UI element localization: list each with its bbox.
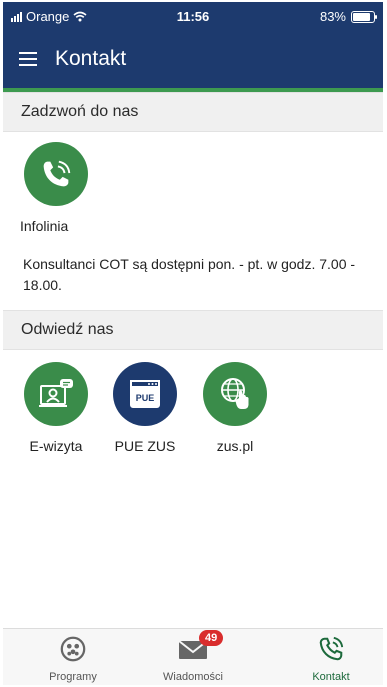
app-frame: Orange 11:56 83% Kontakt Zadzwoń do nas	[3, 2, 383, 685]
status-bar: Orange 11:56 83%	[3, 2, 383, 30]
phone-contact-icon	[319, 636, 344, 661]
tile-zus-pl-label: zus.pl	[216, 438, 254, 454]
section-call-header: Zadzwoń do nas	[3, 92, 383, 132]
battery-area: 83%	[319, 9, 377, 24]
tile-infolinia-label: Infolinia	[20, 218, 69, 234]
hotline-hours-text: Konsultanci COT są dostępni pon. - pt. w…	[23, 256, 356, 293]
pue-icon-text: PUE	[136, 393, 155, 403]
tile-e-wizyta-label: E-wizyta	[29, 438, 83, 454]
nav-wiadomosci[interactable]: 49 Wiadomości	[143, 630, 243, 683]
nav-kontakt-label: Kontakt	[312, 671, 350, 683]
pue-icon: PUE	[113, 362, 177, 426]
section-visit-title: Odwiedź nas	[21, 321, 114, 338]
tile-infolinia[interactable]: Infolinia	[16, 142, 96, 234]
section-visit-header: Odwiedź nas	[3, 310, 383, 350]
tile-zus-pl[interactable]: zus.pl	[195, 362, 275, 454]
tile-pue-zus-label: PUE ZUS	[114, 438, 176, 454]
app-header: Kontakt	[3, 30, 383, 88]
menu-icon[interactable]	[19, 52, 37, 66]
section-call-title: Zadzwoń do nas	[21, 103, 139, 120]
programs-icon	[60, 636, 86, 662]
globe-hand-icon	[203, 362, 267, 426]
unread-messages-badge: 49	[199, 630, 224, 646]
video-consult-icon	[24, 362, 88, 426]
nav-kontakt[interactable]: Kontakt	[281, 635, 381, 683]
nav-programy[interactable]: Programy	[23, 635, 123, 683]
nav-wiadomosci-label: Wiadomości	[163, 671, 223, 683]
nav-programy-label: Programy	[49, 671, 97, 683]
page-title: Kontakt	[55, 47, 127, 70]
phone-icon	[24, 142, 88, 206]
top-bar: Orange 11:56 83% Kontakt	[3, 2, 383, 88]
tile-pue-zus[interactable]: PUE PUE ZUS	[105, 362, 185, 454]
battery-percent: 83%	[319, 9, 346, 24]
tile-e-wizyta[interactable]: E-wizyta	[16, 362, 96, 454]
bottom-navigation: Programy 49 Wiadomości Kontakt	[3, 628, 383, 685]
battery-icon	[351, 10, 377, 23]
